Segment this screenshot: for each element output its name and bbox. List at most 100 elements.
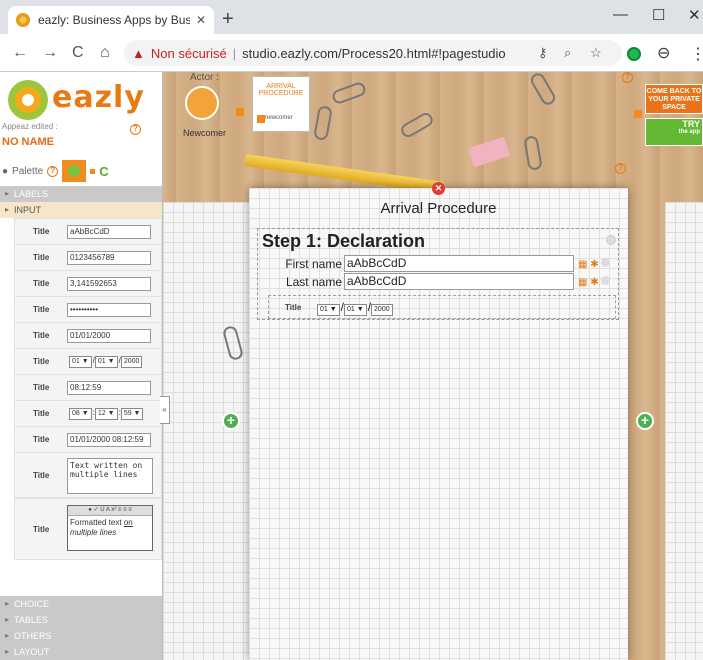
section-others[interactable]: OTHERS	[0, 628, 162, 644]
refresh-icon[interactable]: C	[99, 164, 108, 179]
palette-item-textarea[interactable]: Title Text written on multiple lines	[14, 452, 162, 498]
step-title[interactable]: Step 1: Declaration	[262, 231, 425, 252]
collapse-sidebar-handle[interactable]: «	[160, 396, 170, 424]
required-icon[interactable]: ✱	[590, 277, 598, 288]
field-actions: ▦ ✱	[578, 258, 611, 270]
person-icon	[257, 115, 265, 123]
account-icon[interactable]: ⊖	[657, 43, 670, 63]
reload-icon[interactable]: C	[72, 44, 84, 62]
item-label: Title	[33, 435, 50, 444]
richtext-toolbar: ● ✓ U A x² ≡ ≡ ≡	[68, 506, 152, 516]
help-icon[interactable]: ?	[130, 124, 141, 135]
palette-item-datetime[interactable]: Title 01/01/2000 08:12:59	[14, 426, 162, 453]
section-input[interactable]: INPUT	[0, 202, 162, 218]
year-input[interactable]: 2000	[371, 304, 393, 316]
logo-burst-icon	[8, 80, 48, 120]
key-icon[interactable]: ⚷	[538, 45, 548, 61]
required-icon[interactable]: ✱	[590, 259, 598, 270]
actor-avatar-icon[interactable]	[185, 86, 219, 120]
field-row-first-name[interactable]: First name aAbBcCdD ▦ ✱	[262, 255, 616, 273]
minimize-button[interactable]: —	[613, 6, 628, 23]
hour-select: 08 ▼	[69, 408, 92, 420]
close-window-button[interactable]: ✕	[688, 6, 701, 24]
bookmark-star-icon[interactable]: ☆	[590, 45, 602, 61]
menu-icon[interactable]: ⋮	[690, 44, 703, 64]
app-name: NO NAME	[2, 136, 54, 148]
section-labels[interactable]: LABELS	[0, 186, 162, 202]
app-area: Actor : Newcomer ARRIVAL PROCEDURE newco…	[0, 72, 703, 660]
maximize-button[interactable]: ☐	[652, 6, 665, 24]
edit-field-icon[interactable]: ▦	[578, 277, 587, 288]
section-tables[interactable]: TABLES	[0, 612, 162, 628]
palette-icon[interactable]: ●	[2, 166, 8, 177]
item-label: Title	[33, 279, 50, 288]
palette-item-password[interactable]: Title ••••••••••	[14, 296, 162, 323]
integer-field: 0123456789	[67, 251, 151, 265]
dropped-date-row[interactable]: Title 01 ▼/01 ▼/2000	[268, 295, 616, 319]
delete-field-icon[interactable]	[601, 258, 611, 267]
close-canvas-icon[interactable]: ✕	[432, 182, 445, 195]
section-choice[interactable]: CHOICE	[0, 596, 162, 612]
palette-item-date[interactable]: Title 01/01/2000	[14, 322, 162, 349]
back-to-private-space-button[interactable]: COME BACK TO YOUR PRIVATE SPACE	[645, 84, 703, 114]
edit-field-icon[interactable]: ▦	[578, 259, 587, 270]
palette-item-integer[interactable]: Title 0123456789	[14, 244, 162, 271]
appeaz-edited-label: Appeaz edited :	[2, 122, 58, 131]
home-icon[interactable]: ⌂	[100, 44, 110, 62]
day-select[interactable]: 01 ▼	[317, 304, 340, 316]
item-label: Title	[33, 227, 50, 236]
field-row-last-name[interactable]: Last name aAbBcCdD ▦ ✱	[262, 273, 616, 291]
month-select: 01 ▼	[94, 356, 118, 368]
day-select: 01 ▼	[69, 356, 92, 368]
palette-item-time-select[interactable]: Title 08 ▼:12 ▼:59 ▼	[14, 400, 162, 427]
step-container[interactable]: Step 1: Declaration First name aAbBcCdD …	[257, 228, 619, 320]
item-label: Title	[33, 383, 50, 392]
try-app-button[interactable]: TRY the app	[645, 118, 703, 146]
delete-step-icon[interactable]	[606, 235, 616, 245]
sidebar: eazly Appeaz edited : ? NO NAME ● Palett…	[0, 72, 163, 660]
omnibox[interactable]: ▲ Non sécurisé | studio.eazly.com/Proces…	[124, 40, 622, 66]
try-label: TRY	[682, 119, 700, 129]
date-select-group: 01 ▼/01 ▼/2000	[317, 300, 394, 316]
item-label: Title	[33, 525, 50, 534]
warning-icon: ▲	[132, 45, 145, 61]
decimal-field: 3,141592653	[67, 277, 151, 291]
first-name-input[interactable]: aAbBcCdD	[344, 255, 574, 272]
richtext-field: ● ✓ U A x² ≡ ≡ ≡ Formatted text on multi…	[67, 505, 153, 551]
palette-item-date-select[interactable]: Title 01 ▼/01 ▼/2000	[14, 348, 162, 375]
section-layout[interactable]: LAYOUT	[0, 644, 162, 660]
add-step-icon[interactable]	[236, 108, 244, 116]
url-text: studio.eazly.com/Process20.html#!pagestu…	[242, 45, 506, 61]
extension-icon[interactable]	[627, 47, 641, 61]
rt-underline-text: on	[123, 518, 133, 527]
palette-item-richtext[interactable]: Title ● ✓ U A x² ≡ ≡ ≡ Formatted text on…	[14, 498, 162, 560]
tab-close-icon[interactable]: ✕	[196, 13, 206, 27]
add-page-left-button[interactable]: +	[222, 412, 240, 430]
month-select[interactable]: 01 ▼	[344, 304, 367, 316]
tab-title: eazly: Business Apps by Business	[38, 13, 190, 27]
password-field: ••••••••••	[67, 303, 151, 317]
forward-icon[interactable]: →	[42, 44, 58, 62]
theme-button[interactable]	[62, 160, 87, 182]
form-canvas: Arrival Procedure Step 1: Declaration Fi…	[249, 188, 628, 660]
add-step-right-icon[interactable]	[634, 110, 642, 118]
delete-field-icon[interactable]	[601, 276, 611, 285]
add-page-right-button[interactable]: +	[636, 412, 654, 430]
rt-plain-text: text	[108, 518, 122, 527]
color-dot-icon[interactable]	[90, 168, 96, 174]
last-name-input[interactable]: aAbBcCdD	[344, 273, 574, 290]
help-icon[interactable]: ?	[615, 163, 626, 174]
process-card[interactable]: ARRIVAL PROCEDURE newcomer	[252, 76, 310, 132]
palette-item-text[interactable]: Title aAbBcCdD	[14, 218, 162, 245]
help-icon[interactable]: ?	[47, 165, 59, 177]
palette-label[interactable]: Palette	[12, 166, 43, 177]
palette-item-time[interactable]: Title 08:12:59	[14, 374, 162, 401]
browser-tab[interactable]: eazly: Business Apps by Business ✕	[8, 6, 214, 34]
palette-item-decimal[interactable]: Title 3,141592653	[14, 270, 162, 297]
richtext-body: Formatted text on multiple lines	[68, 516, 152, 540]
new-tab-button[interactable]: +	[222, 8, 234, 31]
help-icon[interactable]: ?	[622, 72, 633, 83]
canvas-title[interactable]: Arrival Procedure	[249, 200, 628, 217]
back-icon[interactable]: ←	[12, 44, 28, 62]
zoom-icon[interactable]: ⌕	[564, 45, 571, 61]
